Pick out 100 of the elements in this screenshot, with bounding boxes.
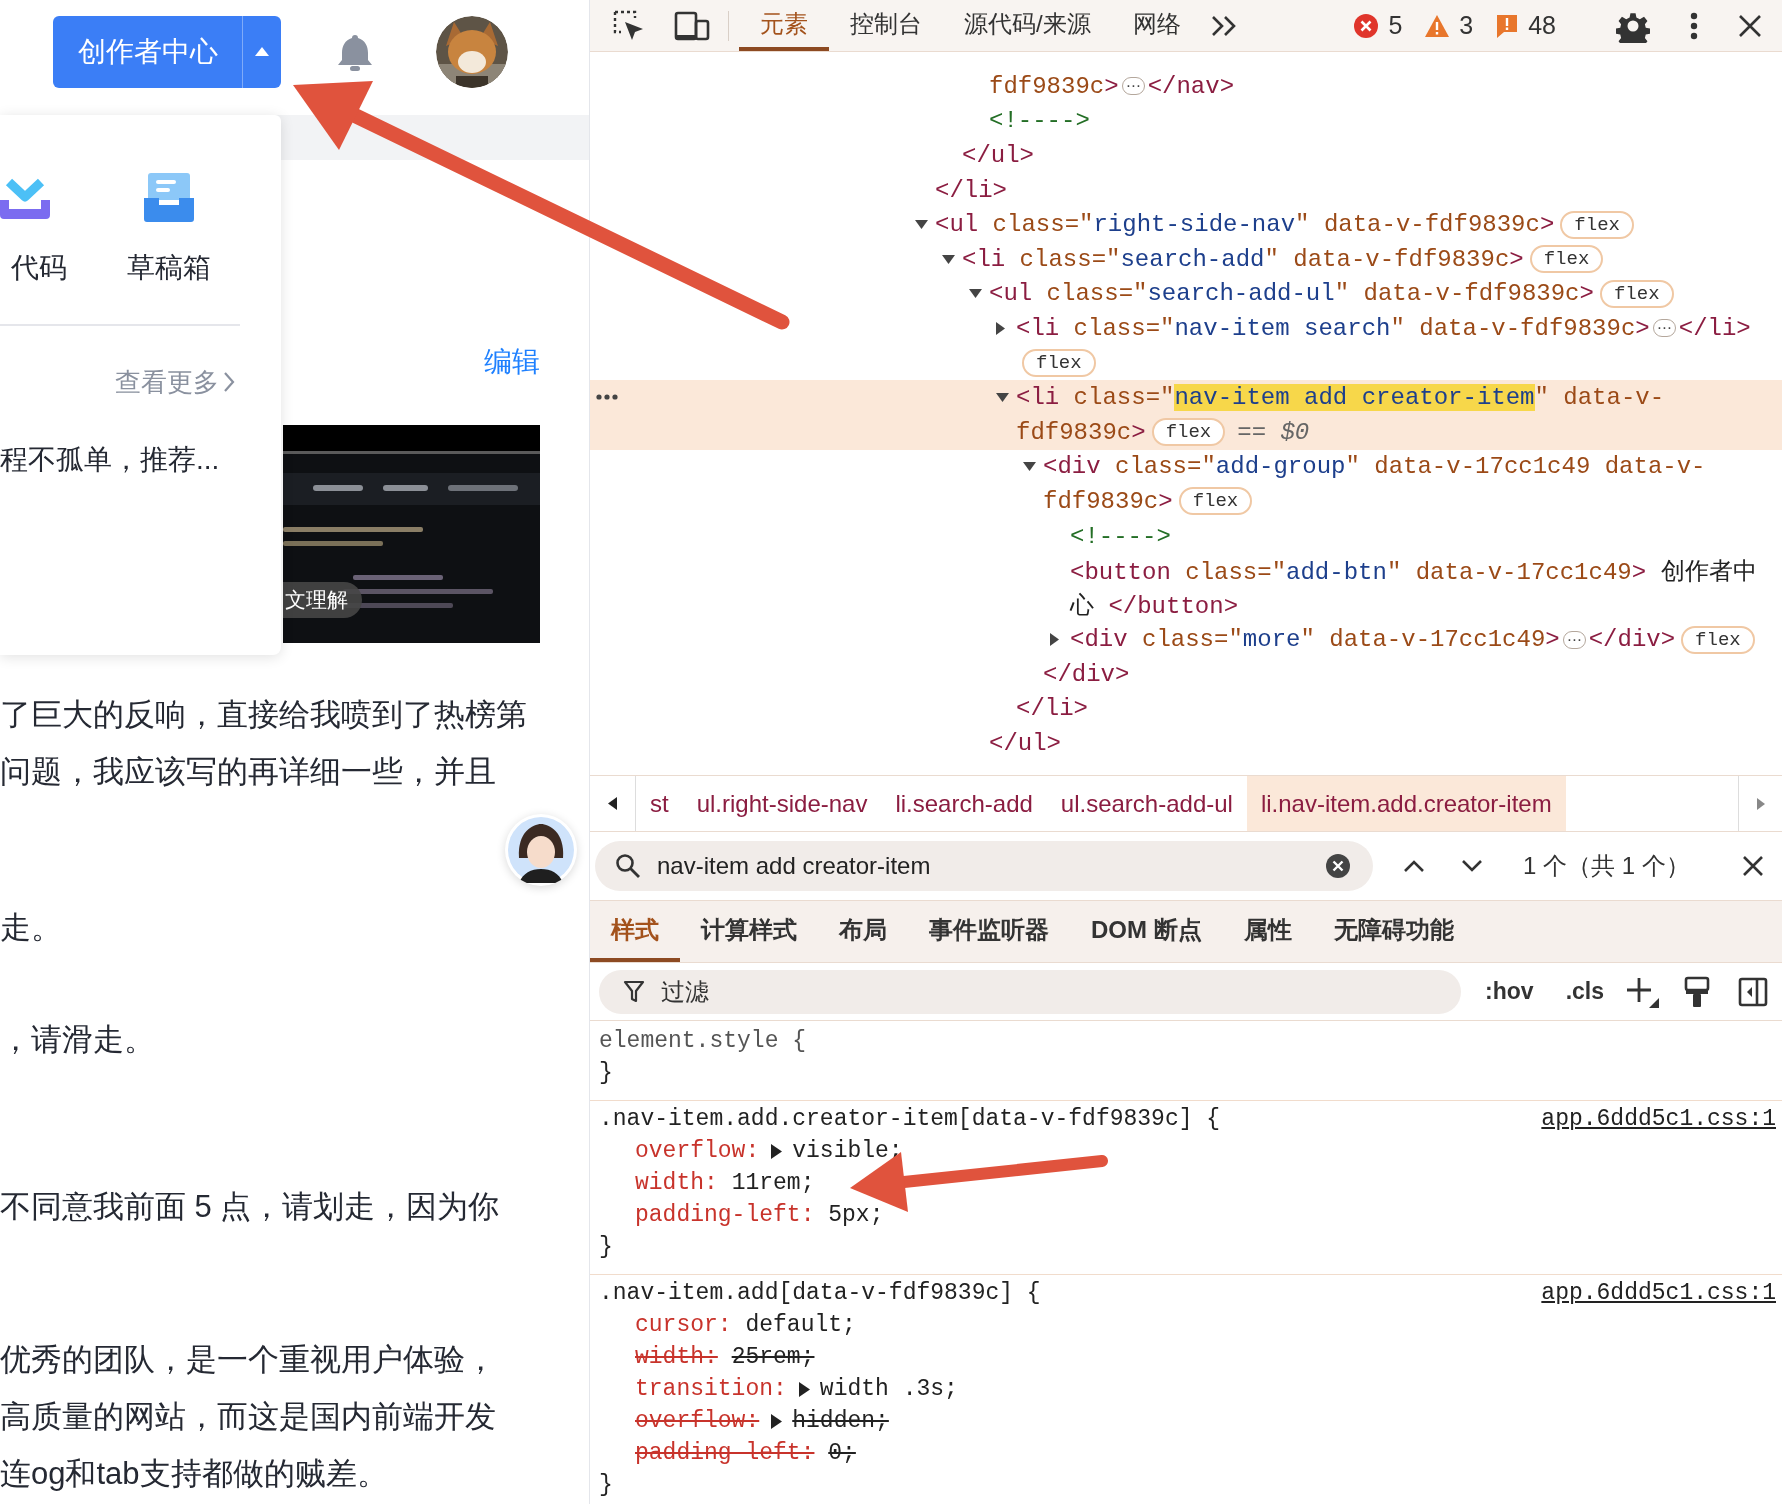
dom-tree-row[interactable]: <li class="nav-item add creator-item" data-v- [590,380,1782,415]
caret-down-icon[interactable] [969,289,982,299]
flex-badge[interactable]: flex [1022,349,1096,378]
caret-right-icon[interactable] [996,321,1005,335]
pane-tab[interactable]: 计算样式 [680,901,818,962]
dom-tree-row[interactable]: </ul> [590,138,1782,173]
css-value[interactable]: hidden; [792,1405,889,1437]
breadcrumb-item[interactable]: li.nav-item.add.creator-item [1246,776,1566,831]
dom-tree-row[interactable]: </div> [590,657,1782,692]
css-property[interactable]: overflow: [635,1405,760,1437]
plus-icon[interactable] [1626,975,1660,1008]
dom-tree-row[interactable]: <!----> [590,518,1782,554]
pane-tab[interactable]: DOM 断点 [1070,901,1223,962]
bell-icon[interactable] [337,32,373,71]
css-value[interactable]: 25rem; [731,1341,815,1373]
css-value[interactable]: 5px; [828,1199,884,1231]
close-icon[interactable] [1738,13,1762,38]
dom-tree-row[interactable]: </ul> [590,726,1782,761]
dom-tree-row[interactable]: fdf9839c> ⋯ </nav> [590,69,1782,104]
ellipsis-button[interactable]: ⋯ [1121,77,1145,96]
expand-triangle-icon[interactable] [798,1381,810,1397]
more-dots-icon[interactable] [596,394,618,401]
css-value[interactable]: visible; [792,1135,903,1167]
dom-tree-row[interactable]: <!----> [590,103,1782,139]
caret-right-icon[interactable] [1050,633,1059,647]
dom-tree-row[interactable]: flex [590,345,1782,381]
css-property[interactable]: overflow: [635,1135,760,1167]
dom-tree-row[interactable]: 心 </button> [590,587,1782,623]
flex-badge[interactable]: flex [1178,487,1253,516]
panel-tab[interactable]: 源代码/来源 [943,0,1112,51]
caret-down-icon[interactable] [942,254,955,264]
flex-badge[interactable]: flex [1560,210,1634,239]
ellipsis-button[interactable]: ⋯ [1652,319,1676,338]
expand-triangle-icon[interactable] [771,1143,783,1159]
clear-icon[interactable] [1325,853,1351,879]
flex-badge[interactable]: flex [1599,279,1674,308]
css-property[interactable]: padding-left: [635,1437,815,1469]
css-property[interactable]: width: [635,1167,718,1199]
menu-item[interactable]: 代码 [0,170,97,286]
article-link[interactable]: 程不孤单，推荐... [0,442,220,478]
css-property[interactable]: padding-left: [635,1199,815,1231]
device-toolbar-icon[interactable] [674,10,710,41]
flex-badge[interactable]: flex [1151,418,1226,447]
source-link[interactable]: app.6ddd5c1.css:1 [1541,1103,1776,1135]
panel-tab[interactable]: 控制台 [829,0,943,51]
ellipsis-button[interactable]: ⋯ [1562,630,1586,649]
filter-field[interactable]: 过滤 [599,969,1461,1014]
css-property[interactable]: cursor: [635,1309,732,1341]
expand-triangle-icon[interactable] [771,1413,783,1429]
search-field[interactable]: nav-item add creator-item [595,841,1373,891]
warning-count-button[interactable]: 3 [1424,11,1474,40]
panel-tab[interactable]: 网络 [1111,0,1202,51]
more-options-icon[interactable] [1690,11,1698,40]
css-property[interactable]: transition: [635,1373,787,1405]
dom-tree-row[interactable]: <ul class="right-side-nav" data-v-fdf9839c> flex [590,207,1782,242]
pane-tab[interactable]: 无障碍功能 [1312,901,1475,962]
dom-tree-row[interactable]: fdf9839c> flex [590,484,1782,519]
css-property[interactable]: width: [635,1341,718,1373]
breadcrumb-item[interactable]: li.search-add [881,776,1047,831]
dom-tree-row[interactable]: <ul class="search-add-ul" data-v-fdf9839c> flex [590,276,1782,312]
pane-tab[interactable]: 样式 [590,901,680,962]
breadcrumb-item[interactable]: st [636,776,683,831]
pane-tab[interactable]: 布局 [818,901,908,962]
sidebar-toggle-icon[interactable] [1738,976,1768,1007]
dropdown-button[interactable] [242,15,281,88]
css-value[interactable]: 0; [828,1437,856,1469]
panel-tab[interactable]: 元素 [739,0,829,51]
issue-count-button[interactable]: 48 [1495,11,1556,40]
edit-link[interactable]: 编辑 [484,345,540,379]
dom-tree-row[interactable]: <div class="add-group" data-v-17cc1c49 data-v- [590,449,1782,485]
dom-tree-row[interactable]: <div class="more" data-v-17cc1c49> ⋯ </div> flex [590,622,1782,658]
error-count-button[interactable]: 5 [1353,11,1403,40]
caret-down-icon[interactable] [996,393,1009,403]
css-value[interactable]: default; [745,1309,856,1341]
css-value[interactable]: width .3s; [819,1373,958,1405]
toggle-button[interactable]: .cls [1555,978,1614,1005]
chevron-down-icon[interactable] [1461,859,1483,873]
dom-tree-row[interactable]: </li> [590,691,1782,727]
chevron-up-icon[interactable] [1403,859,1425,873]
css-value[interactable]: 11rem; [731,1167,815,1199]
dom-tree-row[interactable]: fdf9839c> flex == $0 [590,414,1782,450]
caret-down-icon[interactable] [1023,462,1036,472]
close-icon[interactable] [1742,855,1764,877]
flex-badge[interactable]: flex [1529,245,1604,274]
pane-tab[interactable]: 属性 [1222,901,1313,962]
paint-roller-icon[interactable] [1684,975,1710,1008]
breadcrumb-item[interactable]: ul.search-add-ul [1046,776,1247,831]
dom-tree-row[interactable]: <button class="add-btn" data-v-17cc1c49> 创作者中 [590,553,1782,588]
dom-tree-row[interactable]: <li class="nav-item search" data-v-fdf9839c> ⋯ </li> [590,311,1782,346]
breadcrumb-item[interactable]: ul.right-side-nav [682,776,882,831]
menu-item[interactable]: 草稿箱 [97,170,241,286]
creator-center-button[interactable]: 创作者中心 [53,15,242,88]
source-link[interactable]: app.6ddd5c1.css:1 [1541,1277,1776,1309]
pane-tab[interactable]: 事件监听器 [908,901,1070,962]
flex-badge[interactable]: flex [1681,625,1755,654]
caret-down-icon[interactable] [915,220,928,230]
dom-tree-row[interactable]: <li class="search-add" data-v-fdf9839c> flex [590,241,1782,277]
avatar-icon[interactable] [505,814,577,886]
dom-tree-row[interactable]: </li> [590,172,1782,208]
more-tabs-icon[interactable] [1209,14,1238,37]
